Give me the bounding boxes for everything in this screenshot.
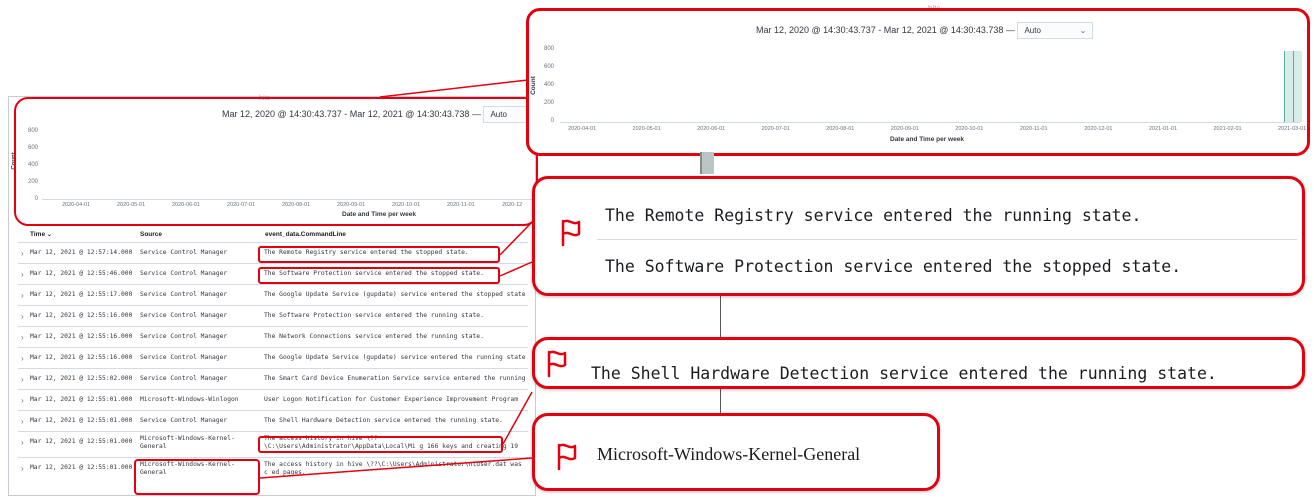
callout-divider [597,239,1297,240]
highlight-row-protection [258,267,500,284]
cell-time: Mar 12, 2021 @ 12:55:16.000 [30,333,133,340]
expand-row-icon[interactable]: › [21,464,24,473]
underlay-bar [700,152,714,174]
table-row[interactable]: › Mar 12, 2021 @ 12:55:16.000 Service Cont… [18,347,528,368]
expand-row-icon[interactable]: › [21,375,24,384]
table-row[interactable]: › Mar 12, 2021 @ 12:55:17.000 Service Cont… [18,284,528,305]
cell-commandline: The Network Connections service entered … [264,333,484,340]
highlight-chart-small [14,97,538,226]
expand-row-icon[interactable]: › [21,312,24,321]
sort-down-icon: ⌄ [46,232,52,238]
expand-row-icon[interactable]: › [21,396,24,405]
screenshot-composite: { "date_range": { "text": "Mar 12, 2020 … [0,0,1314,498]
callout-kernel-general: Microsoft-Windows-Kernel-General [532,413,940,491]
highlight-chart-large [526,8,1310,156]
cell-source: Service Control Manager [140,375,228,382]
cell-commandline: The Google Update Service (gupdate) serv… [264,354,526,361]
cell-time: Mar 12, 2021 @ 12:55:16.000 [30,354,133,361]
cell-source: Service Control Manager [140,312,228,319]
callout-kernel-text: Microsoft-Windows-Kernel-General [597,444,861,464]
cell-source: Service Control Manager [140,354,228,361]
callout-protection-text: The Software Protection service entered … [605,257,1182,276]
callout-registry-text: The Remote Registry service entered the … [605,206,1142,225]
expand-row-icon[interactable]: › [21,249,24,258]
cell-source: Service Control Manager [140,333,228,340]
flag-icon [543,348,573,383]
cell-source: Service Control Manager [140,249,228,256]
flag-icon [553,441,583,476]
cell-time: Mar 12, 2021 @ 12:55:16.000 [30,312,133,319]
col-header-source[interactable]: Source [140,231,162,238]
table-row[interactable]: › Mar 12, 2021 @ 12:55:16.000 Service Cont… [18,305,528,326]
cell-commandline: The Software Protection service entered … [264,312,484,319]
expand-row-icon[interactable]: › [21,291,24,300]
cell-time: Mar 12, 2021 @ 12:55:02.000 [30,375,133,382]
table-row[interactable]: › Mar 12, 2021 @ 12:55:16.000 Service Cont… [18,326,528,347]
table-row[interactable]: › Mar 12, 2021 @ 12:55:01.000 Service Cont… [18,410,528,431]
expand-row-icon[interactable]: › [21,270,24,279]
cell-commandline: The Shell Hardware Detection service ent… [264,417,503,424]
cell-source: Service Control Manager [140,291,228,298]
highlight-kernel-source [134,459,260,495]
flag-icon [557,217,587,252]
callout-shell-text: The Shell Hardware Detection service ent… [591,364,1217,383]
cell-commandline: The Smart Card Device Enumeration Servic… [264,375,526,382]
table-row[interactable]: › Mar 12, 2021 @ 12:55:01.000 Microsoft-Wi… [18,389,528,410]
cell-time: Mar 12, 2021 @ 12:55:01.000 [30,396,133,403]
cell-time: Mar 12, 2021 @ 12:55:01.000 [30,438,133,445]
table-row[interactable]: › Mar 12, 2021 @ 12:55:01.000 Microsoft-Wi… [18,457,528,485]
cell-time: Mar 12, 2021 @ 12:57:14.000 [30,249,133,256]
cell-source: Service Control Manager [140,417,228,424]
cell-source: Microsoft-Windows-Kernel-General [140,435,235,450]
col-header-commandline[interactable]: event_data.CommandLine [265,231,346,238]
cell-commandline: User Logon Notification for Customer Exp… [264,396,519,403]
expand-row-icon[interactable]: › [21,354,24,363]
cell-source: Microsoft-Windows-Winlogon [140,396,239,403]
cell-time: Mar 12, 2021 @ 12:55:01.000 [30,464,133,471]
cell-commandline: The access history in hive \??\C:\Users\… [264,461,522,476]
cell-time: Mar 12, 2021 @ 12:55:46.000 [30,270,133,277]
highlight-row-shell [258,436,503,453]
col-header-time[interactable]: Time ⌄ [30,231,52,238]
cell-time: Mar 12, 2021 @ 12:55:01.000 [30,417,133,424]
callout-shell-hardware: The Shell Hardware Detection service ent… [532,337,1305,389]
expand-row-icon[interactable]: › [21,333,24,342]
table-row[interactable]: › Mar 12, 2021 @ 12:55:02.000 Service Cont… [18,368,528,389]
cell-time: Mar 12, 2021 @ 12:55:17.000 [30,291,133,298]
expand-row-icon[interactable]: › [21,438,24,447]
expand-row-icon[interactable]: › [21,417,24,426]
callout-service-events: The Remote Registry service entered the … [532,176,1305,296]
cell-commandline: The Google Update Service (gupdate) serv… [264,291,526,298]
cell-source: Service Control Manager [140,270,228,277]
highlight-row-registry [258,246,500,263]
